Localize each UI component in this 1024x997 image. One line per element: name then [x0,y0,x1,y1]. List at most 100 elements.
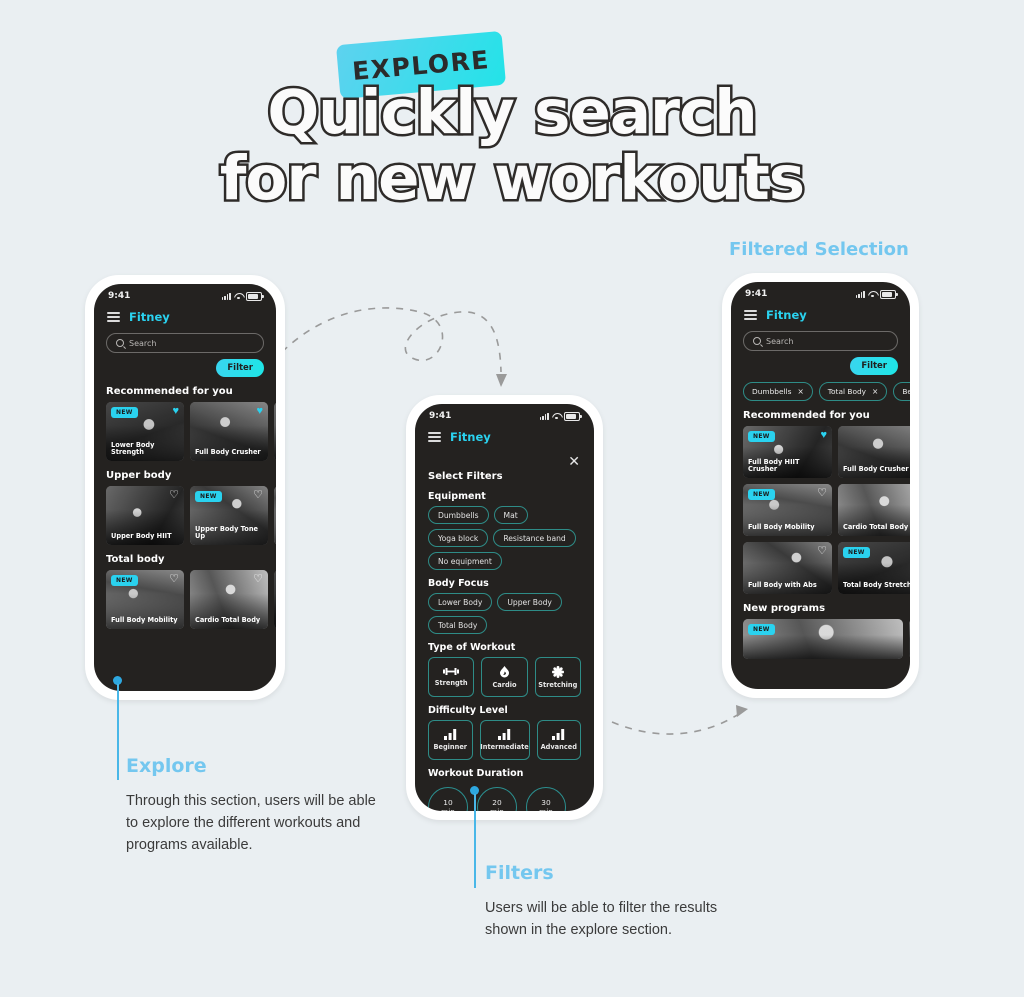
filter-group-label: Type of Workout [428,642,516,653]
difficulty-label: Beginner [433,743,468,751]
workout-card[interactable]: NEW ♡ Total Body Stretch [838,542,910,594]
favorite-icon[interactable]: ♡ [253,574,263,585]
filter-chip[interactable]: Mat [493,506,528,524]
phone3-app-bar: Fitney [731,301,910,326]
favorite-icon[interactable]: ♡ [169,490,179,501]
workout-card[interactable]: ♡ Full Body with Abs [743,542,832,594]
difficulty-option[interactable]: Advanced [536,720,581,760]
program-card[interactable] [909,619,910,659]
phone3-status-bar: 9:41 [731,282,910,301]
favorite-icon[interactable]: ♥ [256,406,263,417]
workout-card[interactable]: NEW ♥ Full Body HIIT Crusher [743,426,832,478]
explore-heading: Explore [126,755,207,777]
search-input[interactable]: Search [106,333,264,353]
filter-chip[interactable]: Lower Body [428,593,493,611]
favorite-icon[interactable]: ♡ [817,488,827,499]
workout-title: Full Body with Abs [748,581,817,590]
phone3-screen: 9:41 Fitney Search Filter Dumbbells × To… [731,282,910,689]
workout-title: Cardio Total Body [843,523,909,532]
active-filter-chip[interactable]: Dumbbells × [743,382,813,401]
workout-card[interactable] [274,486,276,545]
new-badge: NEW [111,407,138,418]
new-badge: NEW [748,624,775,635]
favorite-icon[interactable]: ♡ [169,574,179,585]
favorite-icon[interactable]: ♥ [172,406,179,417]
phone1-status-bar: 9:41 [94,284,276,303]
duration-option[interactable]: 30 min [526,787,566,811]
wifi-icon [552,413,561,420]
filters-anchor-line [474,794,476,888]
workout-type-option[interactable]: Strength [428,657,475,697]
new-badge: NEW [748,431,775,442]
workout-title: Total Body Stretch [843,581,910,590]
program-card[interactable]: NEW [743,619,903,659]
active-filter-chips: Dumbbells × Total Body × Beg [731,375,910,401]
filter-chip[interactable]: Upper Body [497,593,562,611]
bars-icon [498,729,511,740]
duration-option[interactable]: 10 min [428,787,468,811]
remove-filter-icon[interactable]: × [797,387,803,396]
workout-card[interactable]: ♥ Full Body Crusher [190,402,268,461]
explore-anchor-line [117,684,119,780]
close-icon[interactable]: ✕ [568,454,580,468]
card-row: NEW [731,619,910,659]
favorite-icon[interactable]: ♡ [253,490,263,501]
wifi-icon [868,291,877,298]
filter-chip[interactable]: No equipment [428,552,502,570]
hamburger-icon[interactable] [744,309,757,321]
filter-button[interactable]: Filter [850,357,898,375]
filter-chip[interactable]: Yoga block [428,529,489,547]
workout-type-tiles: Strength Cardio Stretching [415,657,594,697]
section-title: Upper body [106,470,172,481]
favorite-icon[interactable]: ♥ [820,430,827,441]
section-title: Recommended for you [106,386,233,397]
workout-card[interactable]: NEW ♡ Full Body Mobility [743,484,832,536]
workout-card[interactable] [274,402,276,461]
battery-icon [246,291,264,301]
workout-card[interactable]: NEW ♡ Full Body Mobility [106,570,184,629]
phone1-screen: 9:41 Fitney Search Filter Recommended fo… [94,284,276,691]
workout-title: Full Body Mobility [748,523,815,532]
workout-title: Full Body Crusher [843,465,909,474]
battery-icon [564,411,582,421]
workout-card[interactable]: ♥ Full Body Crusher [838,426,910,478]
difficulty-option[interactable]: Beginner [428,720,473,760]
search-icon [753,337,761,345]
filter-chip[interactable]: Total Body [428,616,488,634]
workout-card[interactable]: ♡ Cardio Total Body [190,570,268,629]
search-placeholder: Search [766,336,794,346]
workout-type-option[interactable]: Stretching [534,657,581,697]
search-input[interactable]: Search [743,331,898,351]
remove-filter-icon[interactable]: × [872,387,878,396]
page-title-line2: for new workouts [217,143,807,214]
bars-icon [443,729,456,740]
workout-card[interactable]: NEW ♥ Lower Body Strength [106,402,184,461]
dumbbell-icon [443,668,460,675]
card-row: ♡ Upper Body HIIT NEW ♡ Upper Body Tone … [94,486,276,545]
search-placeholder: Search [129,338,157,348]
workout-type-label: Strength [434,679,468,687]
wifi-icon [234,293,243,300]
duration-option[interactable]: 20 min [477,787,517,811]
favorite-icon[interactable]: ♡ [817,546,827,557]
page-title: Quickly search for new workouts [0,79,1024,214]
filters-body: Users will be able to filter the results… [485,900,718,938]
workout-card[interactable]: NEW ♡ Upper Body Tone Up [190,486,268,545]
filter-chip[interactable]: Resistance band [493,529,576,547]
workout-title: Full Body HIIT Crusher [748,457,800,474]
filter-button[interactable]: Filter [216,359,264,377]
workout-card[interactable]: ♡ Cardio Total Body [838,484,910,536]
hamburger-icon[interactable] [107,311,120,323]
active-filter-chip[interactable]: Beg [893,382,910,401]
difficulty-option[interactable]: Intermediate [479,720,530,760]
duration-value: 20 [492,798,502,807]
filter-chip[interactable]: Dumbbells [428,506,489,524]
workout-title: Upper Body Tone Up [195,524,259,541]
hamburger-icon[interactable] [428,431,441,443]
card-row: NEW ♡ Full Body Mobility ♡ Cardio Total … [94,570,276,629]
workout-type-option[interactable]: Cardio [481,657,528,697]
workout-card[interactable] [274,570,276,629]
phone2-status-bar: 9:41 [415,404,594,423]
workout-card[interactable]: ♡ Upper Body HIIT [106,486,184,545]
active-filter-chip[interactable]: Total Body × [818,382,888,401]
